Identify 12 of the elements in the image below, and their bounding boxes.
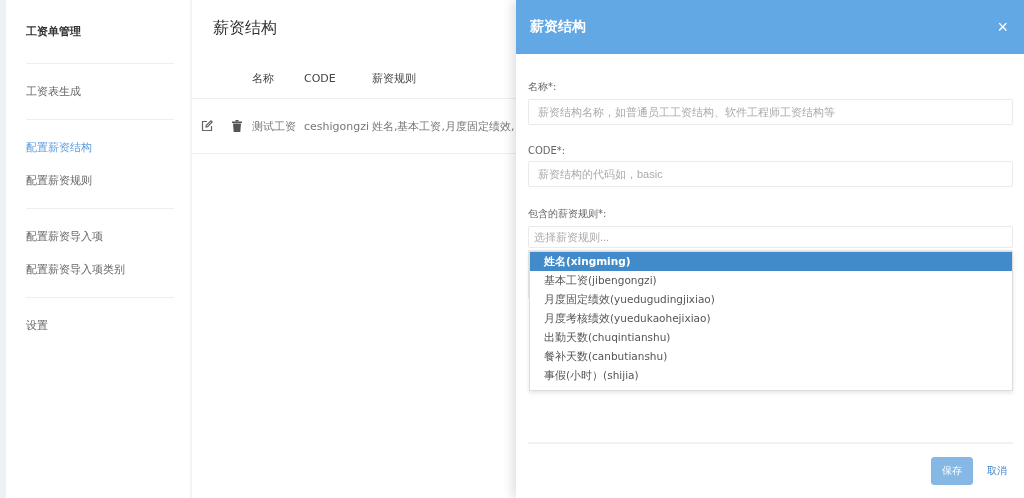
column-header: CODE xyxy=(304,71,336,85)
field-label: CODE*: xyxy=(528,145,567,156)
field-label: 包含的薪资规则*: xyxy=(528,207,608,221)
column-header: 名称 xyxy=(252,71,274,85)
table-cell: ceshigongzi xyxy=(304,119,370,133)
table-cell: 测试工资 xyxy=(252,119,296,133)
field-label: 名称*: xyxy=(528,80,558,94)
sidebar-heading: 工资单管理 xyxy=(26,24,82,39)
table-cell: 姓名,基本工资,月度固定绩效, xyxy=(372,119,515,133)
column-header: 薪资规则 xyxy=(372,71,416,85)
page-title: 薪资结构 xyxy=(213,18,277,37)
drawer-title: 薪资结构 xyxy=(530,18,586,36)
